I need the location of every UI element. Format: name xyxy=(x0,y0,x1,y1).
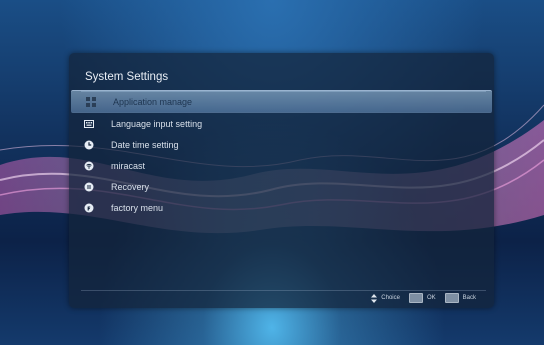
apps-grid-icon xyxy=(86,96,96,107)
recovery-icon xyxy=(84,182,94,192)
menu-item-recovery[interactable]: Recovery xyxy=(69,176,494,197)
up-down-arrows-icon xyxy=(371,293,378,303)
menu-item-label: Application manage xyxy=(113,96,193,107)
menu-item-label: miracast xyxy=(111,160,146,171)
menu-item-factory-menu[interactable]: factory menu xyxy=(69,197,494,218)
hint-choice-label: Choice xyxy=(381,295,400,301)
menu-item-label: Date time setting xyxy=(111,139,179,150)
keyboard-icon xyxy=(84,119,94,129)
hint-ok-label: OK xyxy=(426,295,436,301)
hint-back: Back xyxy=(444,293,476,303)
factory-icon xyxy=(84,203,94,213)
hint-ok: OK xyxy=(408,293,436,303)
miracast-icon xyxy=(84,161,94,171)
settings-menu: Application manage Language input settin… xyxy=(69,90,494,218)
menu-item-application-manage[interactable]: Application manage xyxy=(71,90,492,113)
menu-item-date-time-setting[interactable]: Date time setting xyxy=(69,134,494,155)
footer-divider xyxy=(81,290,486,291)
panel-title: System Settings xyxy=(85,71,169,83)
hint-choice: Choice xyxy=(371,293,400,303)
menu-item-language-input-setting[interactable]: Language input setting xyxy=(69,113,494,134)
menu-item-label: Language input setting xyxy=(111,118,203,129)
hint-back-label: Back xyxy=(462,295,476,301)
menu-item-label: Recovery xyxy=(111,181,150,192)
menu-item-miracast[interactable]: miracast xyxy=(69,155,494,176)
menu-item-label: factory menu xyxy=(111,202,164,213)
clock-icon xyxy=(84,140,94,150)
system-settings-panel: System Settings Application manage Langu… xyxy=(69,53,494,308)
ok-key-icon xyxy=(408,293,423,303)
back-key-icon xyxy=(444,293,459,303)
button-hints: Choice OK Back xyxy=(362,293,476,303)
